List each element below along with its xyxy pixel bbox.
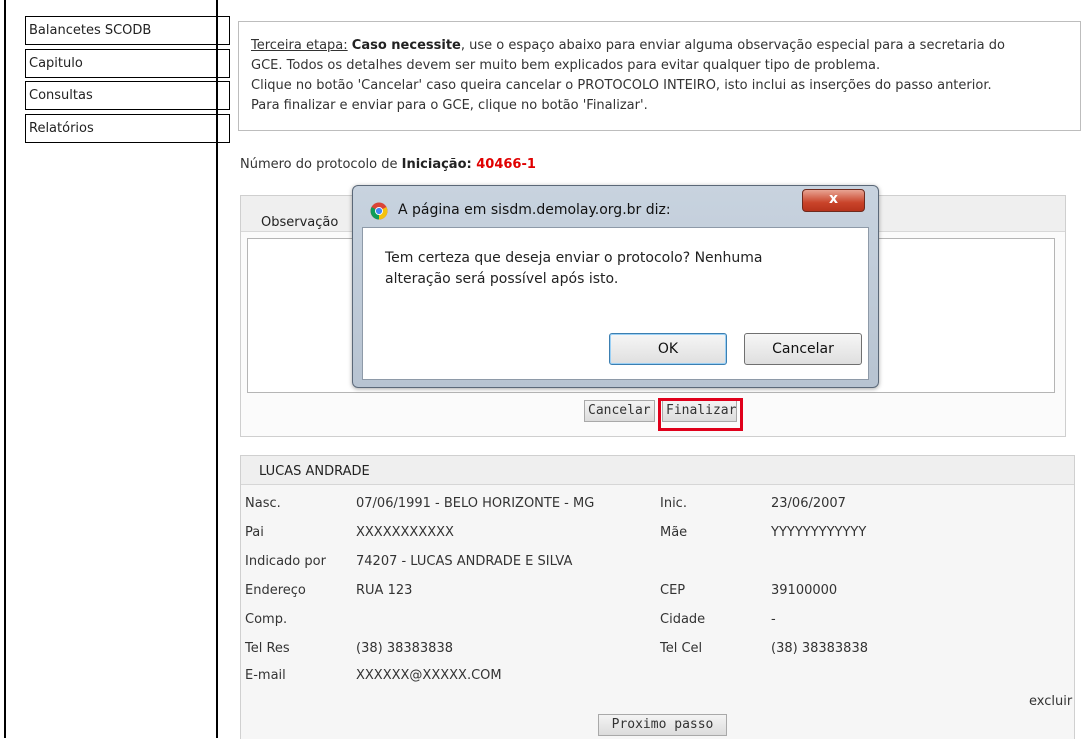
field-value: RUA 123 [356,583,413,598]
ok-button[interactable]: OK [609,333,727,365]
protocol-prefix: Número do protocolo de [240,157,402,172]
field-value: - [771,612,776,627]
sidebar-item-balancetes[interactable]: Balancetes SCODB [25,16,230,45]
chrome-icon [370,202,388,220]
protocol-number-line: Número do protocolo de Iniciação: 40466-… [240,157,536,172]
instructions-line-2: GCE. Todos os detalhes devem ser muito b… [251,58,881,73]
field-value: (38) 38383838 [356,641,453,656]
sidebar-item-relatorios[interactable]: Relatórios [25,114,230,143]
sidebar-item-consultas[interactable]: Consultas [25,81,230,110]
field-value: 23/06/2007 [771,496,846,511]
confirm-dialog: A página em sisdm.demolay.org.br diz: x … [352,185,879,388]
field-label: Cidade [660,612,706,627]
field-value: XXXXXXXXXXX [356,525,454,540]
next-step-button[interactable]: Proximo passo [598,714,727,736]
observation-label: Observação [261,215,339,230]
dialog-cancel-button[interactable]: Cancelar [744,333,862,365]
close-icon: x [828,191,839,207]
finalize-highlight-box [658,398,743,431]
person-header: LUCAS ANDRADE [241,456,1074,485]
cancel-protocol-button[interactable]: Cancelar [584,400,655,422]
field-label: Tel Cel [660,641,703,656]
left-border [4,0,6,738]
field-label: Endereço [245,583,306,598]
field-label: Indicado por [245,554,326,569]
instructions-line-1: Terceira etapa: Caso necessite, use o es… [251,36,1068,56]
field-label: Tel Res [245,641,290,656]
field-label: Inic. [660,496,687,511]
delete-link[interactable]: excluir [1029,694,1072,709]
field-value: 39100000 [771,583,838,598]
dialog-close-button[interactable]: x [802,189,865,212]
instructions-line-4: Para finalizar e enviar para o GCE, cliq… [251,98,648,113]
field-value: 74207 - LUCAS ANDRADE E SILVA [356,554,573,569]
field-label: Nasc. [245,496,281,511]
person-panel: LUCAS ANDRADE Nasc. 07/06/1991 - BELO HO… [240,455,1075,739]
field-label: Mãe [660,525,688,540]
protocol-type: Iniciação [401,157,467,172]
field-value: YYYYYYYYYYYY [771,525,867,540]
protocol-number: 40466-1 [476,157,536,172]
protocol-sep: : [466,157,477,172]
instructions-line-3: Clique no botão 'Cancelar' caso queira c… [251,78,992,93]
dialog-body: Tem certeza que deseja enviar o protocol… [362,227,869,380]
field-label: CEP [660,583,686,598]
sidebar-item-capitulo[interactable]: Capitulo [25,49,230,78]
step-label: Terceira etapa: [251,38,348,53]
dialog-message: Tem certeza que deseja enviar o protocol… [385,250,763,287]
field-value: (38) 38383838 [771,641,868,656]
dialog-title: A página em sisdm.demolay.org.br diz: [398,202,671,218]
instructions-box: Terceira etapa: Caso necessite, use o es… [238,21,1081,131]
field-label: Pai [245,525,264,540]
step-rest: , use o espaço abaixo para enviar alguma… [460,38,1005,53]
field-label: E-mail [245,668,286,683]
field-label: Comp. [245,612,288,627]
sidebar-menu: Balancetes SCODB Capitulo Consultas Rela… [25,16,230,147]
field-value: XXXXXX@XXXXX.COM [356,668,502,683]
step-bold: Caso necessite [351,38,461,53]
content-divider [216,0,218,738]
field-value: 07/06/1991 - BELO HORIZONTE - MG [356,496,595,511]
person-name: LUCAS ANDRADE [259,464,370,479]
